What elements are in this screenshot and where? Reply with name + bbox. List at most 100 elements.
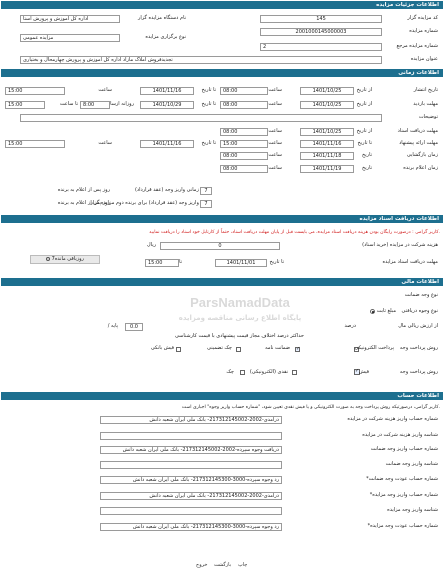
- refund-cheque-label: چک: [226, 369, 234, 375]
- winner-time: 08:00: [220, 165, 268, 173]
- account-field-5: درآمدی-2002-217312145002- بانک ملی ایران…: [100, 492, 282, 500]
- watermark-tagline: پایگاه اطلاع رسانی مناقصه ومزایده: [178, 314, 302, 322]
- fee-unit: ریال: [147, 242, 156, 248]
- participation-fee: 0: [160, 242, 280, 250]
- method-cheque-checkbox[interactable]: [236, 347, 241, 352]
- second-winner-days: 7: [200, 200, 212, 208]
- checkmark-icon: ✓: [296, 346, 301, 352]
- description-field: [20, 114, 382, 122]
- tender-number-label: شماره مزایده: [409, 28, 438, 34]
- opening-date: 1401/11/18: [300, 152, 354, 160]
- publish-to-label: تا تاریخ: [201, 87, 216, 93]
- publish-from-time-label: ساعت: [268, 87, 282, 93]
- accounts-note: کاربر گرامی، درصورتیکه روش پرداخت وجه به…: [181, 405, 440, 410]
- payment-type-label: نوع وجوه دریافتی: [401, 308, 438, 314]
- docs-from-date: 1401/10/25: [300, 128, 354, 136]
- organization-field: اداره کل آموزش و پرورش استا: [20, 15, 120, 23]
- account-label-4: *شماره حساب عودت وجه ضمانت: [366, 476, 438, 482]
- max-difference-label: حداکثر درصد اختلاف مجاز قیمت پیشنهادی با…: [174, 333, 304, 339]
- remaining-days-badge: 7روزباقی مانده: [30, 255, 100, 264]
- fixed-amount-radio[interactable]: [370, 309, 375, 314]
- refund-method-label: روش پرداخت وجه: [399, 369, 438, 375]
- account-field-6: [100, 507, 282, 515]
- contract-days-suffix: روز پس از اعلام به برنده: [57, 187, 110, 193]
- visit-daily-to-label: تا ساعت: [59, 101, 78, 107]
- docs-receive-time: 15:00: [145, 259, 179, 267]
- section-header-finance: اطلاعات مالی: [1, 278, 443, 286]
- opening-time: 08:00: [220, 152, 268, 160]
- visit-from-date: 1401/10/25: [300, 101, 354, 109]
- visit-from-time-label: ساعت: [268, 101, 282, 107]
- watermark-brand: ParsNamadData: [190, 295, 290, 310]
- method-guarantee-checkbox[interactable]: ✓: [295, 346, 301, 352]
- publish-from-label: از تاریخ: [356, 87, 372, 93]
- refund-cash-label: نقدی (الکترونیکی): [249, 369, 288, 375]
- account-field-3: [100, 461, 282, 469]
- method-cheque-label: چک تضمینی: [207, 345, 232, 351]
- docs-to-time: 15:00: [5, 140, 65, 148]
- account-field-1: [100, 432, 282, 440]
- refund-cash-checkbox[interactable]: [292, 370, 297, 375]
- method-bank-slip-checkbox[interactable]: [176, 347, 181, 352]
- account-label-6: شناسه واریز وجه مزایده: [387, 507, 438, 513]
- offer-deadline-label: مهلت ارائه پیشنهاد: [399, 140, 438, 146]
- account-label-7: *شماره حساب عودت وجه مزایده: [367, 523, 438, 529]
- docs-deadline-label: مهلت دریافت اسناد: [397, 128, 438, 134]
- opening-time-label: ساعت: [268, 152, 282, 158]
- account-field-7: رد وجوه سپرده-3000-217312145300- بانک مل…: [100, 523, 282, 531]
- visit-from-label: از تاریخ: [356, 101, 372, 107]
- refund-slip-label: فیش: [358, 369, 369, 375]
- winner-date-label: تاریخ: [362, 165, 372, 171]
- payment-method-label: روش پرداخت وجه: [399, 345, 438, 351]
- docs-to-date: 1401/11/16: [140, 140, 194, 148]
- exit-button[interactable]: خروج: [196, 562, 208, 569]
- docs-from-time: 08:00: [220, 128, 268, 136]
- publish-to-time: 15:00: [5, 87, 65, 95]
- publish-from-date: 1401/10/25: [300, 87, 354, 95]
- min-percent-field: 0.0: [125, 323, 143, 331]
- second-winner-days-suffix: روز پس از اعلام به برنده: [57, 200, 110, 206]
- reference-number-field: 2: [260, 43, 382, 51]
- guarantee-type-label: نوع وجه ضمانت: [404, 292, 438, 298]
- winner-announce-label: زمان اعلام برنده: [403, 165, 438, 171]
- per-base-label: / پایه: [107, 323, 118, 329]
- reference-number-label: شماره مزایده مرجع: [396, 43, 438, 49]
- visit-daily-to: 15:00: [5, 101, 45, 109]
- account-label-2: شماره حساب واریز وجه ضمانت: [370, 446, 438, 452]
- min-unit-label: درصد: [344, 323, 356, 329]
- section-header-docs: اطلاعات دریافت اسناد مزایده: [1, 215, 443, 223]
- refund-cheque-checkbox[interactable]: [240, 370, 245, 375]
- method-electronic-label: پرداخت الکترونیکی: [354, 345, 394, 351]
- docs-receive-deadline: 1401/11/01: [215, 259, 267, 267]
- offer-time-label: ساعت: [268, 140, 282, 146]
- offer-time: 15:00: [220, 140, 268, 148]
- publish-date-label: تاریخ انتشار: [413, 87, 438, 93]
- description-label: توضیحات: [418, 114, 438, 120]
- visit-to-label: تا تاریخ: [201, 101, 216, 107]
- tender-type-field: مزایده عمومی: [20, 34, 120, 42]
- fixed-amount-label: مبلغ ثابت: [376, 308, 396, 314]
- docs-to-time-label: ساعت: [98, 140, 112, 146]
- visit-daily-from: 8:00: [80, 101, 110, 109]
- section-header-accounts: اطلاعات حساب: [1, 392, 443, 400]
- tender-title-label: عنوان مزایده: [410, 56, 438, 62]
- back-button[interactable]: بازگشت: [214, 562, 231, 569]
- opening-label: زمان بازگشایی: [406, 152, 438, 158]
- clock-icon: [46, 256, 51, 261]
- account-label-0: شماره حساب واریز هزینه شرکت در مزایده: [347, 416, 438, 422]
- method-guarantee-label: ضمانت نامه: [265, 345, 290, 351]
- publish-to-time-label: ساعت: [98, 87, 112, 93]
- account-field-0: درآمدی-2002-217312145002- بانک ملی ایران…: [100, 416, 282, 424]
- account-field-2: دریافت وجوه سپرده-2002-217312145002- بان…: [100, 446, 282, 454]
- remaining-days-text: 7روزباقی مانده: [51, 256, 84, 262]
- docs-to-label: تا تاریخ: [201, 140, 216, 146]
- docs-receive-to-label: تا تاریخ: [269, 259, 284, 265]
- winner-time-label: ساعت: [268, 165, 282, 171]
- participation-fee-label: هزینه شرکت در مزایده (خرید اسناد): [362, 242, 438, 248]
- tender-code-field: 145: [260, 15, 382, 23]
- tender-type-label: نوع برگزاری مزایده: [145, 34, 186, 40]
- print-button[interactable]: چاپ: [238, 562, 247, 569]
- docs-warning: کاربر گرامی : درصورت رایگان بودن هزینه د…: [149, 230, 440, 235]
- section-header-time: اطلاعات زمانی: [1, 69, 443, 77]
- account-label-1: شناسه واریز هزینه شرکت در مزایده: [362, 432, 438, 438]
